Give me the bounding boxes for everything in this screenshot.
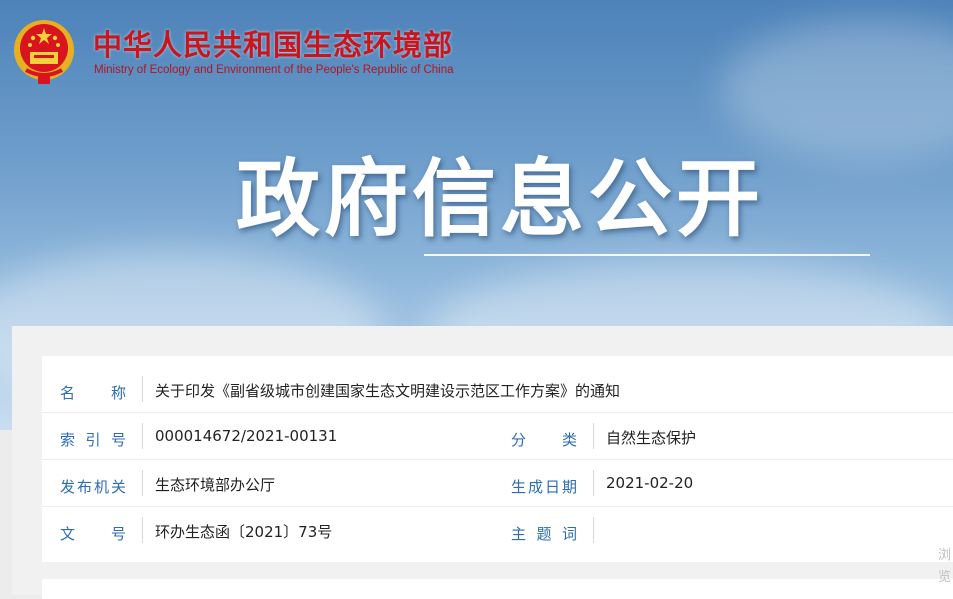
national-emblem-icon[interactable] [12, 16, 76, 88]
name-label: 名 称 [60, 384, 126, 402]
date-value: 2021-02-20 [606, 474, 694, 492]
info-row-name: 名 称 关于印发《副省级城市创建国家生态文明建设示范区工作方案》的通知 [42, 366, 953, 413]
site-subtitle: Ministry of Ecology and Environment of t… [94, 64, 454, 76]
category-value: 自然生态保护 [606, 429, 697, 447]
doc-number-value: 环办生态函〔2021〕73号 [155, 523, 333, 541]
divider [142, 423, 143, 449]
divider [142, 376, 143, 402]
hero-title: 政府信息公开 [236, 150, 765, 248]
index-label: 索 引 号 [60, 431, 126, 449]
site-title[interactable]: 中华人民共和国生态环境部 [93, 22, 453, 64]
info-row-index: 索 引 号 000014672/2021-00131 分 类 自然生态保护 [42, 413, 953, 460]
date-label: 生成日期 [511, 478, 577, 496]
category-label: 分 类 [511, 431, 577, 449]
side-tool-label[interactable]: 浏览 [938, 545, 953, 589]
info-row-doc-number: 文 号 环办生态函〔2021〕73号 主 题 词 [42, 507, 953, 553]
publisher-value: 生态环境部办公厅 [155, 476, 276, 494]
divider [142, 517, 143, 543]
index-value: 000014672/2021-00131 [155, 427, 338, 445]
divider [593, 423, 594, 449]
hero-underline [424, 254, 870, 256]
name-value: 关于印发《副省级城市创建国家生态文明建设示范区工作方案》的通知 [155, 382, 621, 400]
document-info-table: 名 称 关于印发《副省级城市创建国家生态文明建设示范区工作方案》的通知 索 引 … [42, 356, 953, 562]
doc-number-label: 文 号 [60, 525, 126, 543]
divider [142, 470, 143, 496]
document-body-card [42, 579, 953, 599]
info-row-publisher: 发布机关 生态环境部办公厅 生成日期 2021-02-20 [42, 460, 953, 507]
divider [593, 470, 594, 496]
keywords-label: 主 题 词 [511, 525, 577, 543]
divider [593, 517, 594, 543]
publisher-label: 发布机关 [60, 478, 126, 496]
